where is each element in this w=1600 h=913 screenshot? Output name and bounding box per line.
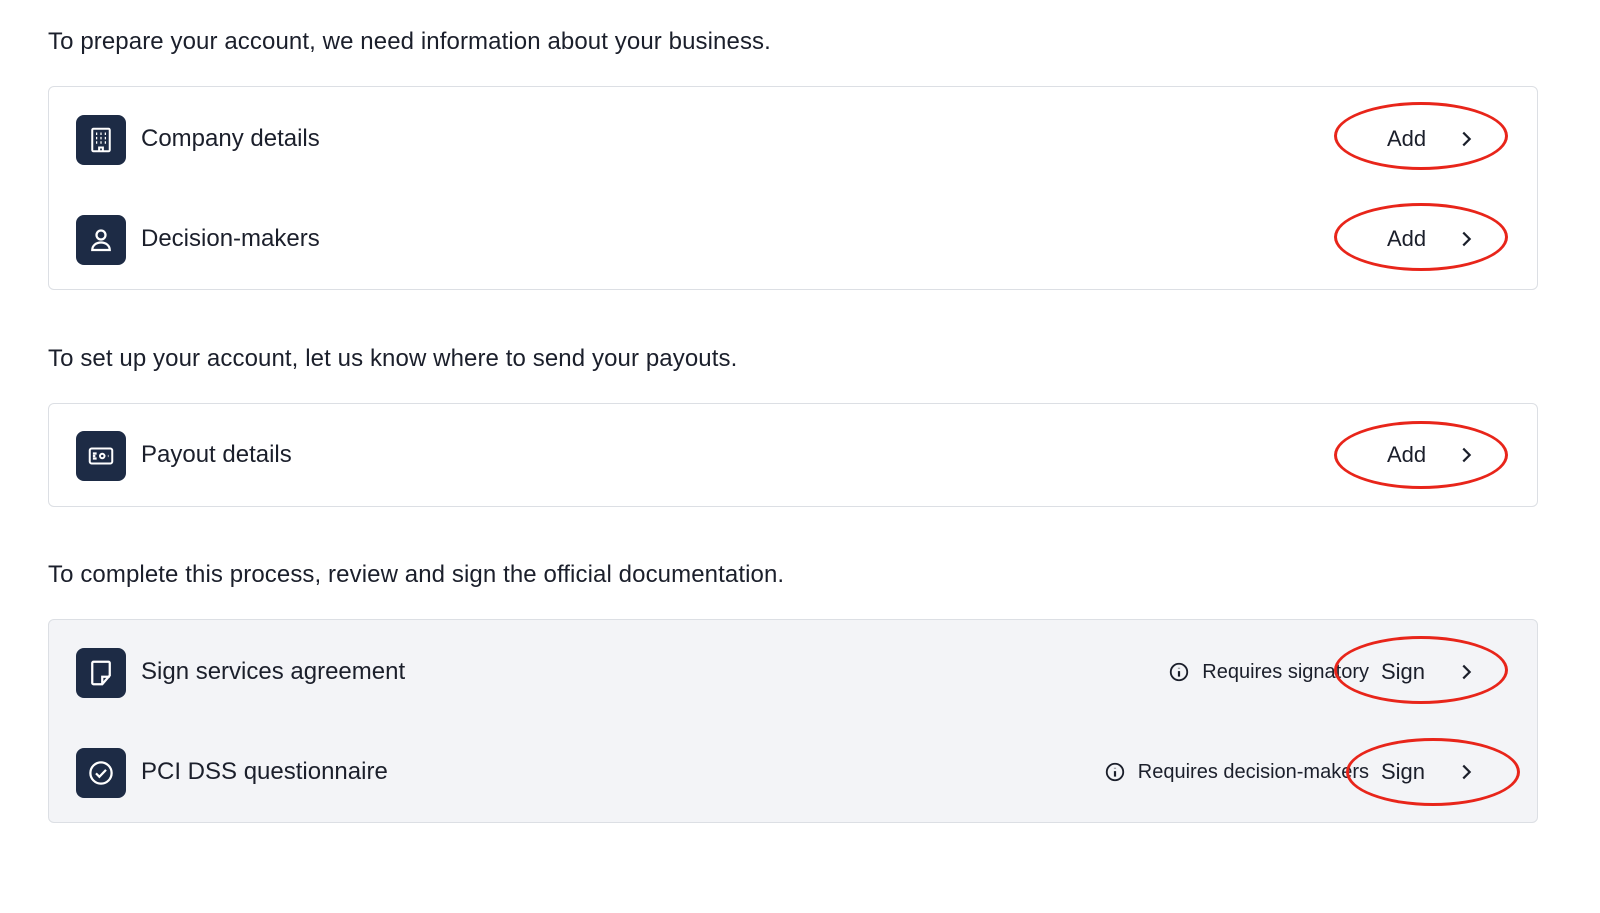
pci-dss-row[interactable]: PCI DSS questionnaire Requires decision-… (49, 722, 1537, 822)
info-icon (1105, 762, 1124, 782)
building-icon (76, 115, 126, 165)
company-details-label: Company details (141, 125, 320, 152)
services-agreement-sign-button[interactable]: Sign (1337, 646, 1487, 698)
chevron-right-icon (1462, 231, 1472, 247)
sign-label: Sign (1381, 759, 1426, 784)
pci-dss-sign-button[interactable]: Sign (1337, 746, 1487, 798)
decision-makers-label: Decision-makers (141, 225, 320, 252)
services-agreement-label: Sign services agreement (141, 658, 406, 685)
section-title-documentation: To complete this process, review and sig… (48, 561, 785, 588)
info-icon (1170, 662, 1189, 682)
person-icon (76, 215, 126, 265)
payout-details-label: Payout details (141, 441, 292, 468)
company-details-row[interactable]: Company details Add (49, 89, 1537, 189)
document-icon (76, 648, 126, 698)
chevron-right-icon (1462, 764, 1472, 780)
check-circle-icon (76, 748, 126, 798)
section-title-payouts: To set up your account, let us know wher… (48, 345, 738, 372)
add-label: Add (1387, 226, 1427, 251)
services-agreement-row[interactable]: Sign services agreement Requires signato… (49, 622, 1537, 722)
documentation-card: Sign services agreement Requires signato… (48, 619, 1538, 823)
company-details-add-button[interactable]: Add (1337, 113, 1487, 165)
add-label: Add (1387, 126, 1427, 151)
sign-label: Sign (1381, 659, 1426, 684)
requirement-note: Requires decision-makers (1104, 722, 1369, 822)
chevron-right-icon (1462, 447, 1472, 463)
payout-card: Payout details Add (48, 403, 1538, 507)
section-title-business: To prepare your account, we need informa… (48, 28, 771, 55)
banknote-icon (76, 431, 126, 481)
business-info-card: Company details Add Decision-makers Add (48, 86, 1538, 290)
decision-makers-add-button[interactable]: Add (1337, 213, 1487, 265)
pci-dss-label: PCI DSS questionnaire (141, 758, 388, 785)
decision-makers-row[interactable]: Decision-makers Add (49, 189, 1537, 289)
add-label: Add (1387, 442, 1427, 467)
chevron-right-icon (1462, 664, 1472, 680)
requirement-text: Requires decision-makers (1137, 760, 1369, 783)
chevron-right-icon (1462, 131, 1472, 147)
payout-details-add-button[interactable]: Add (1337, 429, 1487, 481)
payout-details-row[interactable]: Payout details Add (49, 405, 1537, 505)
